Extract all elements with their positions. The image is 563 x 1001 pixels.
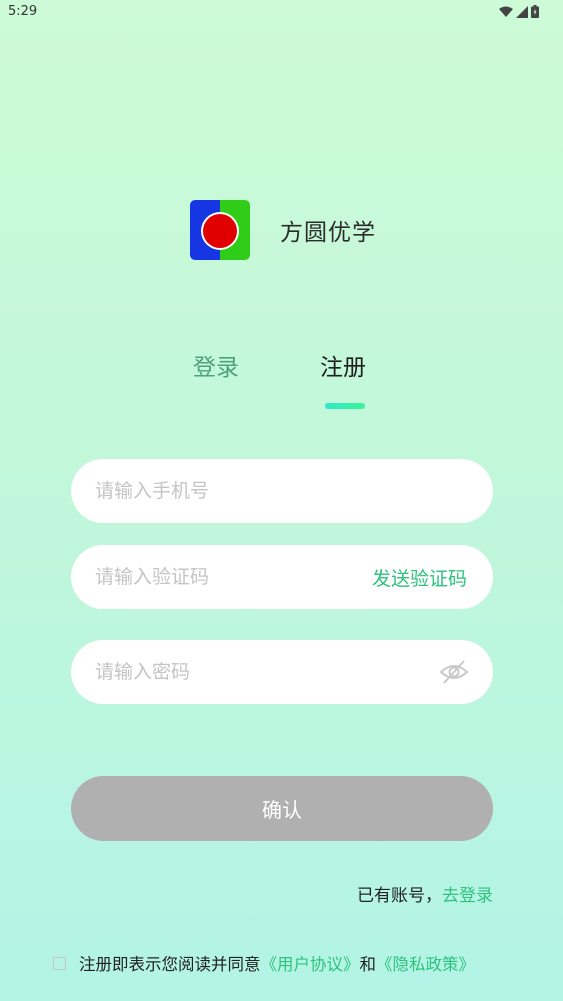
- have-account-text: 已有账号，: [357, 886, 442, 906]
- password-field: [71, 640, 493, 704]
- battery-icon: [531, 5, 539, 18]
- tab-active-indicator: [325, 403, 365, 409]
- status-icons: [499, 5, 539, 18]
- app-logo-icon: [190, 200, 250, 260]
- wifi-icon: [499, 6, 513, 18]
- signal-icon: [516, 5, 528, 18]
- agreement-prefix: 注册即表示您阅读并同意: [79, 955, 261, 974]
- confirm-button[interactable]: 确认: [71, 776, 493, 841]
- agreement-conjunction: 和: [359, 955, 377, 974]
- go-login-link[interactable]: 去登录: [442, 886, 493, 906]
- agreement-row: 注册即表示您阅读并同意 《用户协议》和《隐私政策》: [53, 951, 553, 975]
- status-time: 5:29: [8, 4, 38, 19]
- user-agreement-link[interactable]: 《用户协议》: [261, 951, 360, 975]
- phone-input[interactable]: [95, 459, 465, 523]
- verification-code-field: 发送验证码: [71, 545, 493, 609]
- login-prompt: 已有账号，去登录: [357, 881, 493, 906]
- eye-off-icon[interactable]: [439, 658, 469, 686]
- app-name: 方圆优学: [280, 220, 376, 246]
- brand-header: 方圆优学: [190, 200, 376, 260]
- verification-code-input[interactable]: [95, 545, 335, 609]
- status-bar: 5:29: [0, 0, 563, 24]
- password-input[interactable]: [95, 640, 415, 704]
- auth-tabs: 登录 注册: [0, 348, 563, 418]
- tab-login[interactable]: 登录: [193, 348, 239, 382]
- send-code-button[interactable]: 发送验证码: [372, 564, 467, 591]
- tab-register[interactable]: 注册: [320, 348, 366, 382]
- privacy-policy-link[interactable]: 《隐私政策》: [376, 951, 475, 975]
- phone-field: [71, 459, 493, 523]
- agreement-checkbox[interactable]: [53, 956, 66, 970]
